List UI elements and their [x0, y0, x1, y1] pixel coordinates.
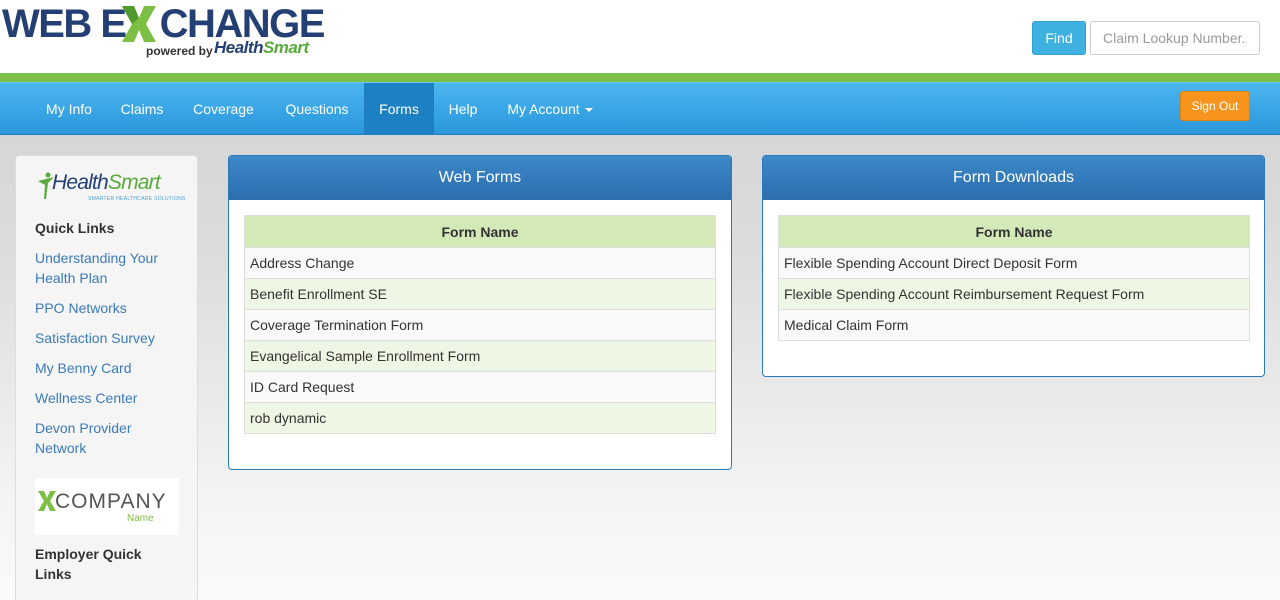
form-download-link[interactable]: Medical Claim Form [778, 309, 1250, 341]
web-form-link[interactable]: Address Change [244, 247, 716, 279]
partner-logo-b: Smart [107, 171, 161, 194]
web-form-link[interactable]: rob dynamic [244, 402, 716, 434]
header: WEB E CHANGE powered by HealthSmart Find [0, 0, 1280, 74]
company-logo-text: COMPANY [55, 490, 167, 513]
form-downloads-title: Form Downloads [763, 156, 1264, 200]
form-download-link[interactable]: Flexible Spending Account Direct Deposit… [778, 247, 1250, 279]
logo-wordmark-left: WEB E [2, 2, 127, 46]
healthsmart-logo-text: HealthSmart [52, 171, 161, 195]
table-row: Flexible Spending Account Direct Deposit… [778, 247, 1250, 279]
table-row: Evangelical Sample Enrollment Form [244, 340, 716, 372]
logo-x-icon [122, 6, 156, 42]
table-row: Medical Claim Form [778, 309, 1250, 341]
logo-partner-name: HealthSmart [214, 38, 309, 58]
nav-item-my-info[interactable]: My Info [31, 83, 107, 135]
table-row: Benefit Enrollment SE [244, 278, 716, 310]
quick-link-my-benny-card[interactable]: My Benny Card [35, 358, 185, 378]
web-forms-panel: Web Forms Form Name Address Change Benef… [228, 155, 732, 470]
sign-out-button[interactable]: Sign Out [1180, 91, 1250, 121]
web-exchange-logo[interactable]: WEB E CHANGE powered by HealthSmart [2, 2, 332, 68]
quick-link-ppo-networks[interactable]: PPO Networks [35, 298, 185, 318]
company-logo: COMPANY Name [35, 478, 179, 535]
nav-item-coverage[interactable]: Coverage [177, 83, 270, 135]
web-form-link[interactable]: ID Card Request [244, 371, 716, 403]
accent-bar [0, 73, 1280, 82]
form-downloads-table: Form Name Flexible Spending Account Dire… [778, 215, 1250, 341]
healthsmart-tagline: SMARTER HEALTHCARE SOLUTIONS [88, 196, 186, 202]
nav-item-claims[interactable]: Claims [107, 83, 177, 135]
logo-powered-by: powered by [146, 44, 213, 58]
claim-lookup-input[interactable] [1090, 21, 1260, 55]
table-row: Flexible Spending Account Reimbursement … [778, 278, 1250, 310]
quick-link-understanding-plan[interactable]: Understanding Your Health Plan [35, 248, 185, 288]
web-form-link[interactable]: Coverage Termination Form [244, 309, 716, 341]
web-forms-table: Form Name Address Change Benefit Enrollm… [244, 215, 716, 434]
nav-item-my-account[interactable]: My Account [492, 83, 608, 135]
web-forms-title: Web Forms [229, 156, 731, 200]
form-download-link[interactable]: Flexible Spending Account Reimbursement … [778, 278, 1250, 310]
sidebar: HealthSmart SMARTER HEALTHCARE SOLUTIONS… [15, 155, 198, 600]
nav-item-forms[interactable]: Forms [364, 83, 434, 135]
quick-links-heading: Quick Links [35, 220, 115, 236]
quick-link-wellness-center[interactable]: Wellness Center [35, 388, 185, 408]
caret-down-icon [584, 108, 593, 113]
table-row: rob dynamic [244, 402, 716, 434]
quick-link-devon-provider-network[interactable]: Devon Provider Network [35, 418, 185, 458]
form-downloads-column-header: Form Name [778, 215, 1250, 248]
logo-partner-a: Health [214, 38, 263, 57]
table-row: ID Card Request [244, 371, 716, 403]
web-form-link[interactable]: Evangelical Sample Enrollment Form [244, 340, 716, 372]
nav-item-help[interactable]: Help [434, 83, 492, 135]
find-button[interactable]: Find [1032, 21, 1086, 55]
form-downloads-panel: Form Downloads Form Name Flexible Spendi… [762, 155, 1265, 377]
table-row: Coverage Termination Form [244, 309, 716, 341]
web-forms-column-header: Form Name [244, 215, 716, 248]
employer-quick-links-heading: Employer Quick Links [35, 546, 142, 582]
company-x-icon [38, 491, 56, 511]
company-logo-sub: Name [127, 513, 154, 524]
healthsmart-logo: HealthSmart SMARTER HEALTHCARE SOLUTIONS [36, 171, 186, 205]
partner-logo-a: Health [52, 171, 109, 194]
quick-link-satisfaction-survey[interactable]: Satisfaction Survey [35, 328, 185, 348]
web-form-link[interactable]: Benefit Enrollment SE [244, 278, 716, 310]
nav-item-questions[interactable]: Questions [270, 83, 364, 135]
main-navbar: My Info Claims Coverage Questions Forms … [0, 82, 1280, 135]
logo-partner-b: Smart [262, 38, 309, 57]
table-row: Address Change [244, 247, 716, 279]
my-account-label: My Account [507, 101, 580, 117]
